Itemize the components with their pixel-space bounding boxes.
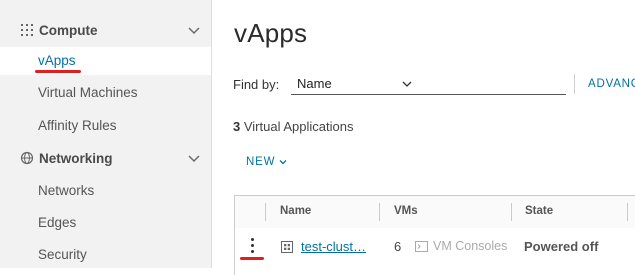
advanced-filter-link[interactable]: ADVANC bbox=[588, 78, 635, 90]
vapp-count-text: Virtual Applications bbox=[240, 119, 354, 134]
sidebar-section-networking[interactable]: Networking bbox=[0, 142, 212, 174]
page-title: vApps bbox=[234, 18, 308, 48]
vm-consoles-label: VM Consoles bbox=[433, 239, 508, 253]
main-content: vApps Find by: Name ADVANC 3 Virtual App… bbox=[213, 0, 635, 275]
networking-globe-icon bbox=[20, 151, 34, 165]
state-value: Powered off bbox=[524, 239, 599, 254]
column-separator bbox=[511, 203, 512, 221]
column-header-state[interactable]: State bbox=[525, 205, 553, 217]
console-icon bbox=[415, 240, 428, 252]
find-by-selected-value: Name bbox=[297, 76, 332, 91]
datagrid-header: Name VMs State bbox=[235, 196, 635, 229]
vapp-count: 3 Virtual Applications bbox=[233, 119, 353, 134]
table-row: test-clust… 6 VM Consoles Powered off bbox=[235, 228, 635, 264]
red-underline-annotation bbox=[35, 70, 81, 73]
new-button-label: NEW bbox=[246, 156, 276, 168]
vm-consoles-link[interactable]: VM Consoles bbox=[415, 239, 507, 253]
vapps-datagrid: Name VMs State test-clust… 6 VM Consoles… bbox=[234, 195, 635, 275]
sidebar-item-virtual-machines[interactable]: Virtual Machines bbox=[0, 79, 211, 107]
column-header-vms[interactable]: VMs bbox=[394, 205, 418, 217]
sidebar-section-compute[interactable]: Compute bbox=[0, 14, 212, 46]
row-actions-kebab-icon[interactable] bbox=[247, 238, 257, 254]
vms-count: 6 bbox=[394, 239, 402, 254]
sidebar-section-label: Compute bbox=[39, 22, 98, 38]
red-underline-annotation bbox=[240, 257, 264, 260]
sidebar-item-affinity-rules[interactable]: Affinity Rules bbox=[0, 112, 211, 140]
vapp-icon bbox=[281, 240, 293, 253]
sidebar-item-vapps[interactable]: vApps bbox=[0, 47, 211, 75]
sidebar-item-networks[interactable]: Networks bbox=[0, 177, 211, 205]
find-by-select[interactable]: Name bbox=[291, 73, 566, 95]
sidebar-item-edges[interactable]: Edges bbox=[0, 209, 211, 237]
column-separator bbox=[265, 203, 266, 221]
new-button[interactable]: NEW bbox=[246, 156, 288, 168]
divider bbox=[574, 74, 575, 94]
column-separator bbox=[379, 203, 380, 221]
find-by-label: Find by: bbox=[233, 77, 280, 92]
chevron-down-icon[interactable] bbox=[187, 23, 201, 37]
vapp-name-link[interactable]: test-clust… bbox=[301, 239, 366, 254]
chevron-down-icon bbox=[278, 157, 288, 167]
column-header-name[interactable]: Name bbox=[280, 205, 311, 217]
chevron-down-icon bbox=[401, 77, 413, 89]
compute-grid-icon bbox=[20, 23, 34, 37]
chevron-down-icon[interactable] bbox=[187, 151, 201, 165]
sidebar-item-security[interactable]: Security bbox=[0, 241, 211, 269]
sidebar: Compute vApps Virtual Machines Affinity … bbox=[0, 0, 212, 268]
sidebar-section-label: Networking bbox=[39, 150, 113, 166]
column-separator bbox=[627, 203, 628, 221]
